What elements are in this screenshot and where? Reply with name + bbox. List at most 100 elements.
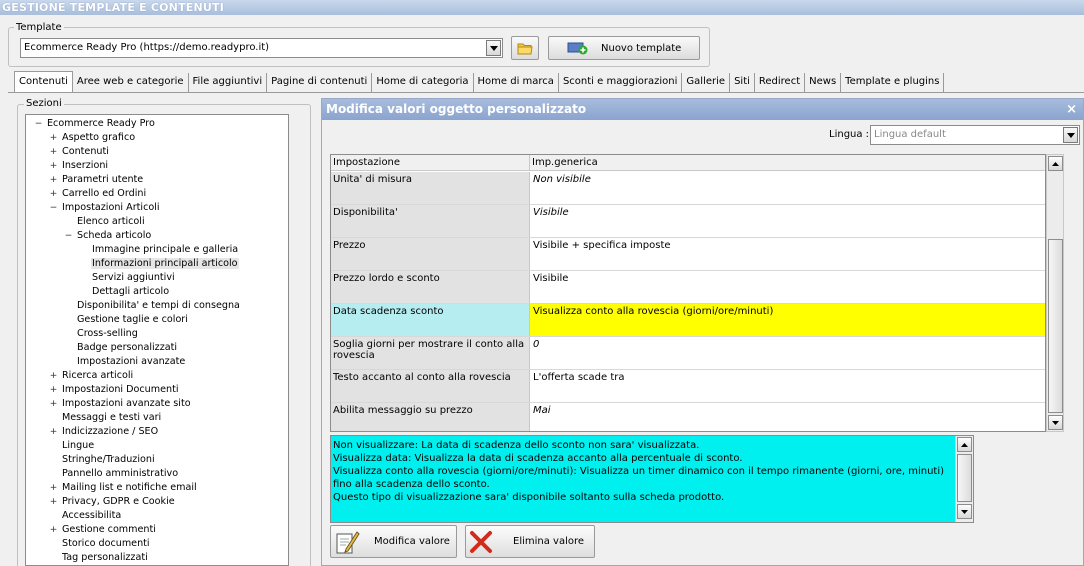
setting-value[interactable]: Visibile + specifica imposte <box>530 238 1045 270</box>
open-folder-button[interactable] <box>511 36 539 60</box>
tree-item[interactable]: − Scheda articolo <box>65 229 152 243</box>
tab-contenuti[interactable]: Contenuti <box>14 71 73 92</box>
tab-gallerie[interactable]: Gallerie <box>682 73 731 92</box>
tree-item[interactable]: − Impostazioni Articoli <box>50 201 161 215</box>
tree-item[interactable]: Servizi aggiuntivi <box>91 271 176 285</box>
tree-item[interactable]: Stringhe/Traduzioni <box>61 453 156 467</box>
expand-icon[interactable]: + <box>49 526 58 535</box>
tree-item[interactable]: Elenco articoli <box>76 215 146 229</box>
tree-item[interactable]: Immagine principale e galleria <box>91 243 239 257</box>
expand-icon[interactable]: + <box>49 428 58 437</box>
tab-home-di-categoria[interactable]: Home di categoria <box>372 73 474 92</box>
tree-item[interactable]: Accessibilita <box>61 509 122 523</box>
tree-item[interactable]: Impostazioni avanzate <box>76 355 186 369</box>
edit-values-panel: Modifica valori oggetto personalizzato ×… <box>321 98 1084 566</box>
tab-template-e-plugins[interactable]: Template e plugins <box>841 73 945 92</box>
description-scrollbar[interactable] <box>955 436 973 522</box>
template-select[interactable]: Ecommerce Ready Pro (https://demo.readyp… <box>20 38 503 58</box>
expand-icon[interactable]: + <box>49 386 58 395</box>
tree-item[interactable]: + Mailing list e notifiche email <box>50 481 198 495</box>
scroll-thumb[interactable] <box>957 454 972 502</box>
tree-item[interactable]: + Parametri utente <box>50 173 144 187</box>
expand-icon[interactable]: + <box>49 400 58 409</box>
expand-icon[interactable]: + <box>49 134 58 143</box>
tree-item[interactable]: Lingue <box>61 439 95 453</box>
tree-item[interactable]: + Inserzioni <box>50 159 109 173</box>
tab-file-aggiuntivi[interactable]: File aggiuntivi <box>189 73 268 92</box>
new-template-label: Nuovo template <box>601 42 682 54</box>
tree-item[interactable]: Dettagli articolo <box>91 285 170 299</box>
grid-scrollbar[interactable] <box>1046 154 1064 432</box>
setting-value[interactable]: 0 <box>530 337 1045 369</box>
tree-item[interactable]: Pannello amministrativo <box>61 467 179 481</box>
scroll-thumb[interactable] <box>1048 239 1063 413</box>
tree-item[interactable]: + Aspetto grafico <box>50 131 136 145</box>
setting-row[interactable]: Data scadenza sconto Visualizza conto all… <box>331 304 1045 337</box>
tab-sconti-e-maggiorazioni[interactable]: Sconti e maggiorazioni <box>559 73 683 92</box>
tree-item[interactable]: + Impostazioni avanzate sito <box>50 397 192 411</box>
tree-item[interactable]: + Privacy, GDPR e Cookie <box>50 495 176 509</box>
tree-item[interactable]: Gestione taglie e colori <box>76 313 189 327</box>
setting-value[interactable]: L'offerta scade tra <box>530 370 1045 402</box>
tab-news[interactable]: News <box>805 73 842 92</box>
tree-item[interactable]: Disponibilita' e tempi di consegna <box>76 299 241 313</box>
tree-item[interactable]: + Gestione commenti <box>50 523 157 537</box>
setting-value[interactable]: Non visibile <box>530 172 1045 204</box>
chevron-down-icon[interactable] <box>1063 127 1078 143</box>
setting-name: Prezzo <box>331 238 530 270</box>
tree-item[interactable]: Badge personalizzati <box>76 341 178 355</box>
sections-tree[interactable]: − Ecommerce Ready Pro + Aspetto grafico + Con… <box>25 114 289 566</box>
tree-item[interactable]: + Impostazioni Documenti <box>50 383 180 397</box>
collapse-icon[interactable]: − <box>49 204 58 213</box>
setting-value[interactable]: Visibile <box>530 205 1045 237</box>
expand-icon[interactable]: + <box>49 176 58 185</box>
tree-item[interactable]: Messaggi e testi vari <box>61 411 162 425</box>
tree-item[interactable]: Informazioni principali articolo <box>91 257 239 271</box>
setting-row[interactable]: Testo accanto al conto alla rovescia L'of… <box>331 370 1045 403</box>
tree-item[interactable]: + Contenuti <box>50 145 110 159</box>
tree-item[interactable]: Storico documenti <box>61 537 151 551</box>
scroll-down-button[interactable] <box>957 504 972 519</box>
scroll-down-button[interactable] <box>1048 415 1063 430</box>
edit-value-button[interactable]: Modifica valore <box>330 525 457 558</box>
expand-icon[interactable]: + <box>49 484 58 493</box>
collapse-icon[interactable]: − <box>64 232 73 241</box>
tree-item[interactable]: + Ricerca articoli <box>50 369 134 383</box>
tree-item-label: Disponibilita' e tempi di consegna <box>77 300 240 311</box>
expand-icon[interactable]: + <box>49 148 58 157</box>
delete-value-button[interactable]: Elimina valore <box>465 525 595 558</box>
window-title: GESTIONE TEMPLATE E CONTENUTI <box>0 0 1084 15</box>
tab-aree-web-e-categorie[interactable]: Aree web e categorie <box>73 73 189 92</box>
expand-icon[interactable]: + <box>49 162 58 171</box>
setting-row[interactable]: Prezzo lordo e sconto Visibile <box>331 271 1045 304</box>
language-select[interactable]: Lingua default <box>870 125 1080 145</box>
scroll-up-button[interactable] <box>957 437 972 452</box>
setting-row[interactable]: Prezzo Visibile + specifica imposte <box>331 238 1045 271</box>
tree-item[interactable]: Cross-selling <box>76 327 139 341</box>
tab-home-di-marca[interactable]: Home di marca <box>474 73 559 92</box>
tree-item[interactable]: + Carrello ed Ordini <box>50 187 147 201</box>
tree-item[interactable]: + Indicizzazione / SEO <box>50 425 159 439</box>
tree-item[interactable]: Tag personalizzati <box>61 551 149 565</box>
expand-icon[interactable]: + <box>49 190 58 199</box>
tab-pagine-di-contenuti[interactable]: Pagine di contenuti <box>267 73 373 92</box>
setting-row[interactable]: Disponibilita' Visibile <box>331 205 1045 238</box>
chevron-down-icon[interactable] <box>486 40 501 56</box>
setting-row[interactable]: Abilita messaggio su prezzo Mai <box>331 403 1045 431</box>
collapse-icon[interactable]: − <box>34 120 43 129</box>
close-icon[interactable]: × <box>1066 99 1077 120</box>
setting-value[interactable]: Visibile <box>530 271 1045 303</box>
tree-scrollbar[interactable] <box>288 115 289 566</box>
expand-icon[interactable]: + <box>49 372 58 381</box>
setting-row[interactable]: Soglia giorni per mostrare il conto alla… <box>331 337 1045 370</box>
scroll-up-button[interactable] <box>1048 156 1063 171</box>
tree-item-label: Lingue <box>62 440 95 451</box>
new-template-button[interactable]: Nuovo template <box>548 36 700 60</box>
expand-icon[interactable]: + <box>49 498 58 507</box>
setting-row[interactable]: Unita' di misura Non visibile <box>331 172 1045 205</box>
tab-siti[interactable]: Siti <box>730 73 755 92</box>
tree-item[interactable]: − Ecommerce Ready Pro <box>35 117 156 131</box>
tab-redirect[interactable]: Redirect <box>755 73 806 92</box>
setting-value[interactable]: Visualizza conto alla rovescia (giorni/o… <box>530 304 1045 336</box>
setting-value[interactable]: Mai <box>530 403 1045 431</box>
